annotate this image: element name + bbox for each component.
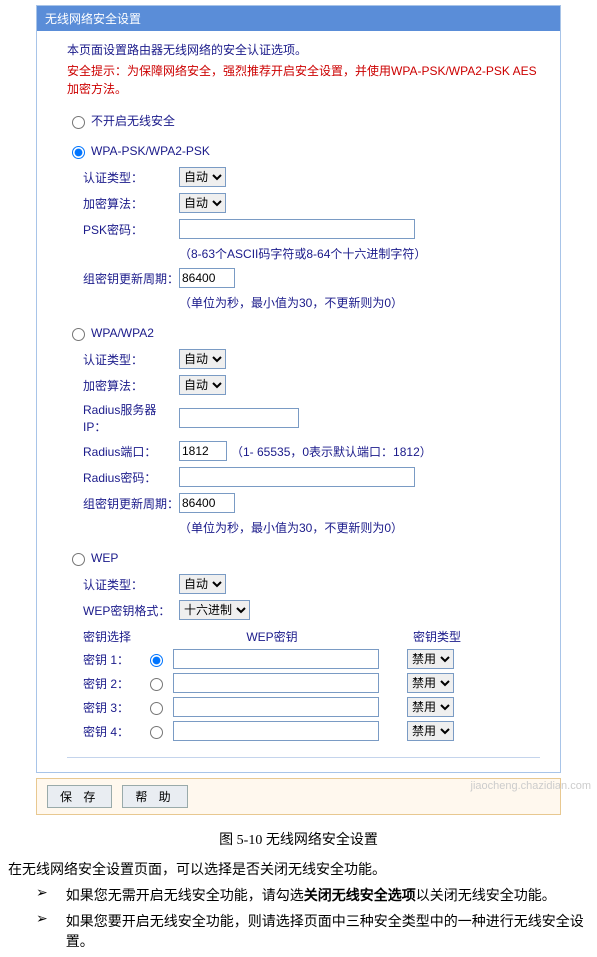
wpapsk-psk-label: PSK密码： (83, 221, 179, 238)
divider (67, 757, 540, 758)
wep-k4-radio[interactable] (150, 726, 163, 739)
wpa-radiusport-hint: （1- 65535，0表示默认端口：1812） (231, 443, 432, 460)
panel-title: 无线网络安全设置 (37, 6, 560, 31)
wpapsk-auth-label: 认证类型： (83, 169, 179, 186)
bullet1-c: 以关闭无线安全功能。 (416, 889, 556, 904)
wpapsk-rekey-input[interactable] (179, 268, 235, 288)
wpa-radio[interactable] (72, 328, 85, 341)
wep-k1-label: 密钥 1： (83, 651, 145, 668)
nosec-radio[interactable] (72, 116, 85, 129)
wpapsk-rekey-label: 组密钥更新周期： (83, 270, 179, 287)
nosec-label: 不开启无线安全 (91, 112, 175, 129)
wpa-auth-label: 认证类型： (83, 351, 179, 368)
watermark: jiaocheng.chazidian.com (471, 780, 591, 792)
arrow-icon: ➢ (36, 885, 48, 905)
wep-k3-type[interactable]: 禁用 (407, 697, 454, 717)
wep-fmt-label: WEP密钥格式： (83, 602, 179, 619)
wep-k1-radio[interactable] (150, 654, 163, 667)
wpa-rekey-input[interactable] (179, 493, 235, 513)
wpa-auth-select[interactable]: 自动 (179, 349, 226, 369)
wpa-radiuspw-input[interactable] (179, 467, 415, 487)
security-panel: 无线网络安全设置 本页面设置路由器无线网络的安全认证选项。 安全提示：为保障网络… (36, 5, 561, 773)
intro-text: 本页面设置路由器无线网络的安全认证选项。 (67, 41, 540, 58)
panel-body: 本页面设置路由器无线网络的安全认证选项。 安全提示：为保障网络安全，强烈推荐开启… (37, 31, 560, 772)
wpa-radiusport-input[interactable] (179, 441, 227, 461)
wep-k3-label: 密钥 3： (83, 699, 145, 716)
wpapsk-auth-select[interactable]: 自动 (179, 167, 226, 187)
wep-k2-radio[interactable] (150, 678, 163, 691)
wpa-radiusport-label: Radius端口： (83, 443, 179, 460)
help-button[interactable]: 帮 助 (122, 785, 187, 808)
wpapsk-psk-input[interactable] (179, 219, 415, 239)
section-nosec: 不开启无线安全 (67, 112, 540, 129)
wpapsk-cipher-select[interactable]: 自动 (179, 193, 226, 213)
security-hint: 安全提示：为保障网络安全，强烈推荐开启安全设置，并使用WPA-PSK/WPA2-… (67, 62, 540, 98)
wpa-radiusip-input[interactable] (179, 408, 299, 428)
figure-caption: 图 5-10 无线网络安全设置 (0, 829, 597, 849)
wpa-cipher-select[interactable]: 自动 (179, 375, 226, 395)
arrow-icon: ➢ (36, 911, 48, 951)
bullet2-text: 如果您要开启无线安全功能，则请选择页面中三种安全类型中的一种进行无线安全设置。 (66, 911, 589, 951)
wep-auth-label: 认证类型： (83, 576, 179, 593)
wep-k3-radio[interactable] (150, 702, 163, 715)
wpapsk-psk-hint: （8-63个ASCII码字符或8-64个十六进制字符） (179, 245, 540, 262)
bullet1-a: 如果您无需开启无线安全功能，请勾选 (66, 889, 304, 904)
wep-row-1: 密钥 1： 禁用 (83, 649, 540, 669)
page-desc: 在无线网络安全设置页面，可以选择是否关闭无线安全功能。 (8, 859, 589, 879)
wpa-rekey-hint: （单位为秒，最小值为30，不更新则为0） (179, 519, 540, 536)
wpa-radiuspw-label: Radius密码： (83, 469, 179, 486)
wpa-radiusip-label: Radius服务器IP： (83, 401, 179, 435)
bullet-2: ➢ 如果您要开启无线安全功能，则请选择页面中三种安全类型中的一种进行无线安全设置… (8, 911, 589, 951)
wep-k3-input[interactable] (173, 697, 379, 717)
wep-k2-input[interactable] (173, 673, 379, 693)
bullet-1: ➢ 如果您无需开启无线安全功能，请勾选关闭无线安全选项以关闭无线安全功能。 (8, 885, 589, 905)
wep-col-sel: 密钥选择 (83, 628, 157, 645)
wep-table-header: 密钥选择 WEP密钥 密钥类型 (83, 628, 540, 645)
wep-k4-input[interactable] (173, 721, 379, 741)
wep-k2-label: 密钥 2： (83, 675, 145, 692)
wep-auth-select[interactable]: 自动 (179, 574, 226, 594)
section-wep: WEP 认证类型： 自动 WEP密钥格式： 十六进制 密钥选择 WEP密钥 密钥… (67, 550, 540, 741)
wpa-label: WPA/WPA2 (91, 326, 154, 340)
wpapsk-rekey-hint: （单位为秒，最小值为30，不更新则为0） (179, 294, 540, 311)
wep-col-type: 密钥类型 (387, 628, 487, 645)
wpa-cipher-label: 加密算法： (83, 377, 179, 394)
wpapsk-cipher-label: 加密算法： (83, 195, 179, 212)
section-wpa: WPA/WPA2 认证类型： 自动 加密算法： 自动 Radius服务器IP： … (67, 325, 540, 536)
save-button[interactable]: 保 存 (47, 785, 112, 808)
wpa-rekey-label: 组密钥更新周期： (83, 495, 179, 512)
wpapsk-label: WPA-PSK/WPA2-PSK (91, 144, 210, 158)
wep-row-4: 密钥 4： 禁用 (83, 721, 540, 741)
wep-radio[interactable] (72, 553, 85, 566)
wep-row-3: 密钥 3： 禁用 (83, 697, 540, 717)
wep-k4-type[interactable]: 禁用 (407, 721, 454, 741)
wep-row-2: 密钥 2： 禁用 (83, 673, 540, 693)
wep-fmt-select[interactable]: 十六进制 (179, 600, 250, 620)
wep-label: WEP (91, 551, 118, 565)
wpapsk-radio[interactable] (72, 146, 85, 159)
wep-k1-type[interactable]: 禁用 (407, 649, 454, 669)
wep-k4-label: 密钥 4： (83, 723, 145, 740)
section-wpapsk: WPA-PSK/WPA2-PSK 认证类型： 自动 加密算法： 自动 PSK密码… (67, 143, 540, 311)
wep-col-key: WEP密钥 (157, 628, 387, 645)
wep-k2-type[interactable]: 禁用 (407, 673, 454, 693)
bullet1-b: 关闭无线安全选项 (304, 889, 416, 904)
wep-k1-input[interactable] (173, 649, 379, 669)
